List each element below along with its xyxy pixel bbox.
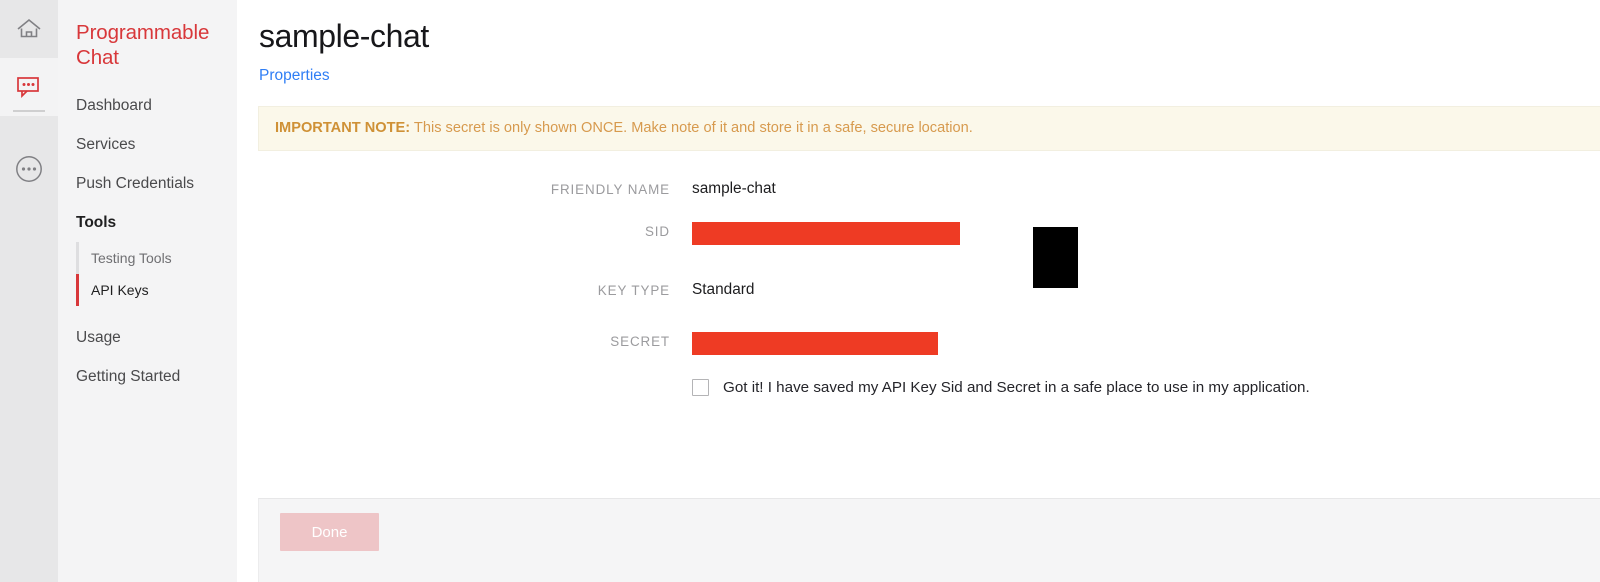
sid-redaction-bar bbox=[692, 222, 960, 245]
app-window: Programmable Chat Dashboard Services Pus… bbox=[0, 0, 1600, 582]
rail-button-more[interactable] bbox=[0, 140, 58, 198]
secret-redaction-bar bbox=[692, 332, 938, 355]
rail-button-chat[interactable] bbox=[0, 58, 58, 116]
done-button[interactable]: Done bbox=[280, 513, 379, 551]
sidebar-item-testing-tools[interactable]: Testing Tools bbox=[76, 242, 237, 274]
field-row-secret: SECRET bbox=[237, 329, 1600, 355]
sid-label: SID bbox=[644, 224, 670, 239]
friendly-name-label: FRIENDLY NAME bbox=[550, 182, 670, 197]
main-content: sample-chat Properties IMPORTANT NOTE: T… bbox=[237, 0, 1600, 582]
sidebar-brand-title: Programmable Chat bbox=[76, 21, 210, 69]
api-key-form: FRIENDLY NAME sample-chat SID KEY TYPE S… bbox=[237, 151, 1600, 398]
chat-bubble-icon bbox=[16, 75, 42, 99]
banner-text: This secret is only shown ONCE. Make not… bbox=[413, 120, 973, 136]
important-note-banner: IMPORTANT NOTE: This secret is only show… bbox=[258, 106, 1600, 151]
sid-value bbox=[692, 219, 960, 245]
form-footer: Done bbox=[258, 498, 1600, 582]
field-row-friendly-name: FRIENDLY NAME sample-chat bbox=[237, 177, 1600, 201]
home-icon bbox=[15, 17, 43, 41]
page-title: sample-chat bbox=[259, 18, 429, 54]
sidebar-subnav: Testing Tools API Keys bbox=[58, 242, 237, 306]
key-type-value: Standard bbox=[692, 281, 755, 298]
confirm-checkbox-row[interactable]: Got it! I have saved my API Key Sid and … bbox=[237, 377, 1600, 398]
banner-strong-label: IMPORTANT NOTE: bbox=[275, 120, 411, 136]
sidebar-nav: Dashboard Services Push Credentials Tool… bbox=[58, 86, 237, 396]
confirm-checkbox[interactable] bbox=[692, 379, 709, 396]
redaction-black-box bbox=[1033, 227, 1078, 288]
sidebar: Programmable Chat Dashboard Services Pus… bbox=[58, 0, 237, 582]
sidebar-item-tools[interactable]: Tools bbox=[58, 203, 237, 242]
sidebar-item-dashboard[interactable]: Dashboard bbox=[58, 86, 237, 125]
sidebar-item-getting-started[interactable]: Getting Started bbox=[58, 357, 237, 396]
field-row-key-type: KEY TYPE Standard bbox=[237, 278, 1600, 302]
key-type-label: KEY TYPE bbox=[597, 283, 670, 298]
secret-label: SECRET bbox=[610, 334, 670, 349]
more-circle-icon bbox=[14, 154, 44, 184]
rail-button-home[interactable] bbox=[0, 0, 58, 58]
sidebar-item-usage[interactable]: Usage bbox=[58, 318, 237, 357]
sidebar-item-push-credentials[interactable]: Push Credentials bbox=[58, 164, 237, 203]
sidebar-item-api-keys[interactable]: API Keys bbox=[76, 274, 237, 306]
friendly-name-value: sample-chat bbox=[692, 180, 776, 197]
tab-properties[interactable]: Properties bbox=[259, 66, 330, 86]
sidebar-item-services[interactable]: Services bbox=[58, 125, 237, 164]
field-row-sid: SID bbox=[237, 219, 1600, 245]
confirm-checkbox-label: Got it! I have saved my API Key Sid and … bbox=[723, 379, 1310, 396]
tab-bar: Properties bbox=[237, 58, 1600, 86]
icon-rail bbox=[0, 0, 58, 582]
secret-value bbox=[692, 329, 938, 355]
rail-divider bbox=[13, 110, 45, 112]
